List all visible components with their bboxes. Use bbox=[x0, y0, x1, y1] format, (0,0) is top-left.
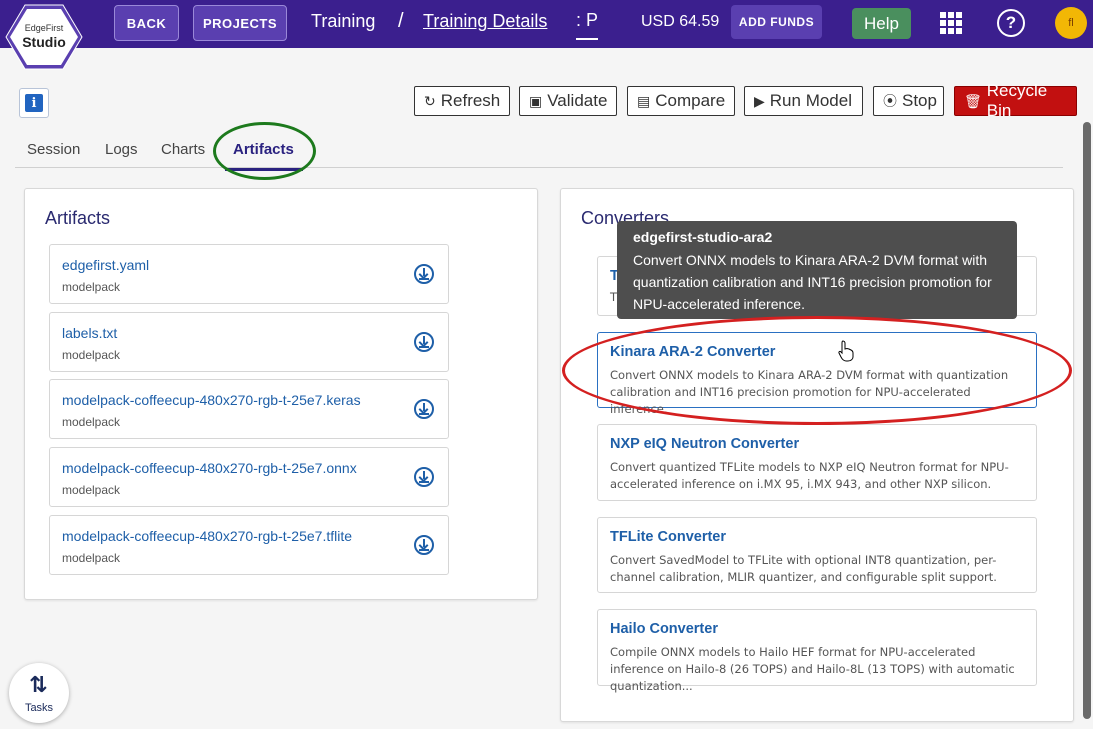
breadcrumb-separator: / bbox=[398, 10, 404, 32]
artifact-name[interactable]: modelpack-coffeecup-480x270-rgb-t-25e7.k… bbox=[62, 392, 361, 408]
breadcrumb-training-details[interactable]: Training Details bbox=[423, 11, 547, 32]
tab-charts[interactable]: Charts bbox=[161, 141, 205, 158]
sort-arrows-icon: ⇅ bbox=[29, 672, 48, 697]
download-icon[interactable] bbox=[414, 535, 434, 555]
stop-button[interactable]: ⦿ Stop bbox=[873, 86, 944, 116]
info-icon: i bbox=[25, 94, 43, 112]
converter-description: Compile ONNX models to Hailo HEF format … bbox=[610, 645, 1015, 693]
tooltip-body: Convert ONNX models to Kinara ARA-2 DVM … bbox=[633, 252, 992, 312]
artifact-type: modelpack bbox=[62, 280, 121, 294]
artifact-item[interactable]: edgefirst.yaml modelpack bbox=[49, 244, 449, 304]
breadcrumb-training[interactable]: Training bbox=[311, 11, 375, 32]
run-model-label: Run Model bbox=[769, 91, 852, 110]
breadcrumb-truncated: : Pr bbox=[576, 10, 598, 40]
artifact-type: modelpack bbox=[62, 415, 121, 429]
highlight-ellipse-annotation bbox=[562, 316, 1072, 425]
info-button[interactable]: i bbox=[19, 88, 49, 118]
validate-label: Validate bbox=[547, 91, 608, 110]
converter-card-tflite[interactable]: TFLite Converter Convert SavedModel to T… bbox=[597, 517, 1037, 593]
compare-label: Compare bbox=[655, 91, 726, 110]
edgefirst-studio-logo[interactable]: EdgeFirst Studio bbox=[5, 4, 83, 70]
artifact-item[interactable]: modelpack-coffeecup-480x270-rgb-t-25e7.o… bbox=[49, 447, 449, 507]
artifact-name[interactable]: modelpack-coffeecup-480x270-rgb-t-25e7.t… bbox=[62, 528, 352, 544]
artifact-item[interactable]: labels.txt modelpack bbox=[49, 312, 449, 372]
page-scrollbar[interactable] bbox=[1083, 122, 1091, 719]
validate-icon: ▣ bbox=[529, 92, 543, 109]
account-balance: USD 64.59 bbox=[641, 13, 720, 30]
projects-button[interactable]: PROJECTS bbox=[193, 5, 287, 41]
artifact-name[interactable]: edgefirst.yaml bbox=[62, 257, 149, 273]
converter-card-hailo[interactable]: Hailo Converter Compile ONNX models to H… bbox=[597, 609, 1037, 693]
artifact-type: modelpack bbox=[62, 483, 121, 497]
download-icon[interactable] bbox=[414, 467, 434, 487]
converter-tooltip: edgefirst-studio-ara2 Convert ONNX model… bbox=[617, 221, 1017, 319]
tasks-button[interactable]: ⇅ Tasks bbox=[9, 663, 69, 723]
download-icon[interactable] bbox=[414, 332, 434, 352]
add-funds-button[interactable]: ADD FUNDS bbox=[731, 5, 822, 39]
artifact-item[interactable]: modelpack-coffeecup-480x270-rgb-t-25e7.k… bbox=[49, 379, 449, 439]
logo-text-bottom: Studio bbox=[22, 34, 66, 50]
run-model-button[interactable]: ▶ Run Model bbox=[744, 86, 863, 116]
artifact-type: modelpack bbox=[62, 551, 121, 565]
play-icon: ▶ bbox=[754, 92, 765, 109]
tab-logs[interactable]: Logs bbox=[105, 141, 138, 158]
logo-text-top: EdgeFirst bbox=[24, 23, 64, 33]
tooltip-title: edgefirst-studio-ara2 bbox=[633, 229, 773, 245]
top-bar: BACK PROJECTS Training / Training Detail… bbox=[0, 0, 1093, 48]
refresh-icon: ↻ bbox=[424, 92, 436, 109]
converter-description: Convert quantized TFLite models to NXP e… bbox=[610, 460, 1009, 491]
avatar[interactable]: fl bbox=[1055, 7, 1087, 39]
download-icon[interactable] bbox=[414, 399, 434, 419]
compare-button[interactable]: ▤ Compare bbox=[627, 86, 735, 116]
help-button[interactable]: Help bbox=[852, 8, 911, 39]
recycle-bin-button[interactable]: 🗑 Recycle Bin bbox=[954, 81, 1077, 120]
highlight-circle-annotation bbox=[213, 122, 316, 180]
converter-name[interactable]: TFLite Converter bbox=[610, 529, 726, 545]
compare-icon: ▤ bbox=[637, 92, 651, 109]
artifact-item[interactable]: modelpack-coffeecup-480x270-rgb-t-25e7.t… bbox=[49, 515, 449, 575]
artifact-name[interactable]: modelpack-coffeecup-480x270-rgb-t-25e7.o… bbox=[62, 460, 357, 476]
refresh-label: Refresh bbox=[440, 91, 501, 110]
stop-label: Stop bbox=[902, 91, 937, 110]
download-icon[interactable] bbox=[414, 264, 434, 284]
artifact-name[interactable]: labels.txt bbox=[62, 325, 117, 341]
back-button[interactable]: BACK bbox=[114, 5, 179, 41]
converter-name[interactable]: NXP eIQ Neutron Converter bbox=[610, 436, 799, 452]
converter-card-nxp[interactable]: NXP eIQ Neutron Converter Convert quanti… bbox=[597, 424, 1037, 501]
recycle-bin-label: Recycle Bin bbox=[986, 81, 1048, 120]
stop-icon: ⦿ bbox=[883, 93, 897, 109]
tabs-divider bbox=[15, 167, 1063, 168]
refresh-button[interactable]: ↻ Refresh bbox=[414, 86, 510, 116]
converter-name[interactable]: Hailo Converter bbox=[610, 621, 718, 637]
apps-grid-icon[interactable] bbox=[940, 12, 962, 34]
help-circle-icon[interactable]: ? bbox=[997, 9, 1025, 37]
artifact-type: modelpack bbox=[62, 348, 121, 362]
hand-cursor-icon bbox=[838, 340, 854, 362]
tasks-label: Tasks bbox=[24, 702, 54, 714]
converter-description: Convert SavedModel to TFLite with option… bbox=[610, 553, 997, 584]
artifacts-title: Artifacts bbox=[45, 208, 111, 228]
tab-session[interactable]: Session bbox=[27, 141, 80, 158]
trash-icon: 🗑 bbox=[964, 92, 982, 109]
validate-button[interactable]: ▣ Validate bbox=[519, 86, 617, 116]
